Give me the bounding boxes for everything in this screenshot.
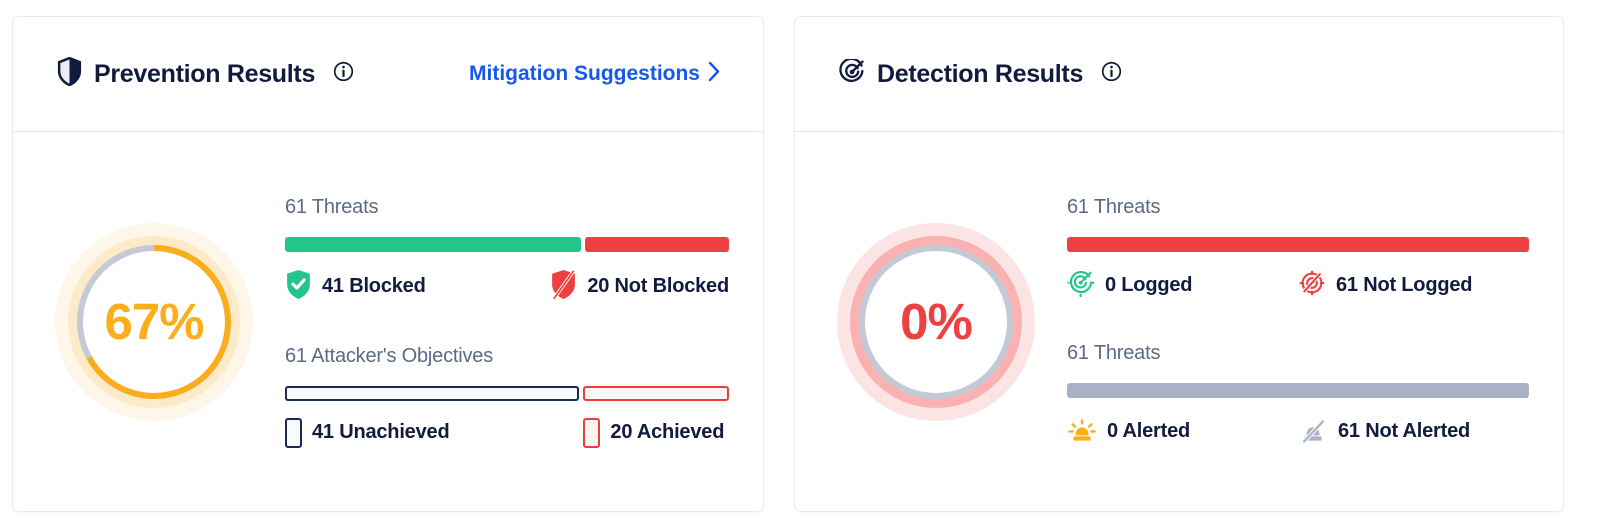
legend-label-achieved: 20 Achieved bbox=[610, 421, 725, 443]
page-title: Detection Results bbox=[877, 59, 1084, 88]
legend-item-alerted[interactable]: 0 Alerted bbox=[1067, 415, 1298, 448]
siren-slash-icon bbox=[1298, 415, 1328, 448]
box-outline-navy-icon bbox=[285, 417, 302, 448]
prevention-threats-metric: 61 Threats 41 Blocked 20 Not Blocked bbox=[285, 196, 729, 305]
prevention-objectives-title: 61 Attacker's Objectives bbox=[285, 344, 494, 367]
detection-card-header: Detection Results bbox=[795, 17, 1563, 132]
shield-check-icon bbox=[285, 269, 312, 305]
prevention-card-body: 67% 61 Threats 41 Blocked 20 Not Blocked… bbox=[13, 132, 763, 511]
siren-icon bbox=[1067, 415, 1097, 448]
legend-label-not-logged: 61 Not Logged bbox=[1336, 273, 1473, 296]
detection-gauge-wrap: 0% bbox=[817, 219, 1055, 425]
legend-label-blocked: 41 Blocked bbox=[322, 275, 426, 297]
mitigation-suggestions-link[interactable]: Mitigation Suggestions bbox=[469, 61, 721, 88]
legend-label-not-blocked: 20 Not Blocked bbox=[587, 275, 729, 297]
legend-item-blocked[interactable]: 41 Blocked bbox=[285, 269, 550, 305]
detection-alerted-metric: 61 Threats 0 Alerted 61 Not Alerted bbox=[1067, 342, 1529, 448]
prevention-card-header: Prevention Results Mitigation Suggestion… bbox=[13, 17, 763, 132]
target-icon bbox=[839, 57, 865, 90]
prevention-gauge-wrap: 67% bbox=[35, 219, 273, 425]
detection-results-card: Detection Results 0% 61 Threats 0 Logged… bbox=[794, 16, 1564, 512]
prevention-metrics: 61 Threats 41 Blocked 20 Not Blocked 61 … bbox=[273, 196, 729, 448]
detection-alerted-title: 61 Threats bbox=[1067, 341, 1161, 364]
chevron-right-icon bbox=[708, 61, 721, 88]
legend-label-alerted: 0 Alerted bbox=[1107, 419, 1191, 442]
shield-icon bbox=[57, 56, 82, 91]
bar-segment-unachieved bbox=[285, 385, 580, 401]
legend-item-achieved[interactable]: 20 Achieved bbox=[583, 417, 729, 448]
shield-slash-icon bbox=[550, 269, 577, 305]
bar-segment-not-logged bbox=[1067, 236, 1529, 252]
legend-item-not-alerted[interactable]: 61 Not Alerted bbox=[1298, 415, 1529, 448]
bar-segment-not-alerted bbox=[1067, 382, 1529, 398]
detection-logged-title: 61 Threats bbox=[1067, 195, 1161, 218]
legend-item-not-blocked[interactable]: 20 Not Blocked bbox=[550, 269, 729, 305]
prevention-objectives-bar bbox=[285, 385, 729, 401]
prevention-gauge-value: 67% bbox=[104, 293, 204, 350]
legend-item-logged[interactable]: 0 Logged bbox=[1067, 269, 1298, 302]
prevention-title-group: Prevention Results bbox=[57, 56, 354, 91]
detection-metrics: 61 Threats 0 Logged 61 Not Logged 61 Thr… bbox=[1055, 196, 1529, 448]
legend-label-unachieved: 41 Unachieved bbox=[312, 421, 450, 443]
bar-segment-achieved bbox=[583, 385, 729, 401]
box-outline-red-icon bbox=[583, 417, 601, 448]
prevention-threats-title: 61 Threats bbox=[285, 195, 379, 218]
prevention-gauge: 67% bbox=[51, 219, 257, 425]
page-title: Prevention Results bbox=[94, 59, 316, 88]
target-slash-icon bbox=[1298, 269, 1326, 302]
detection-logged-metric: 61 Threats 0 Logged 61 Not Logged bbox=[1067, 196, 1529, 302]
info-icon[interactable] bbox=[1101, 61, 1122, 87]
detection-gauge: 0% bbox=[833, 219, 1039, 425]
legend-item-not-logged[interactable]: 61 Not Logged bbox=[1298, 269, 1529, 302]
legend-label-not-alerted: 61 Not Alerted bbox=[1338, 419, 1471, 442]
prevention-threats-bar bbox=[285, 236, 729, 252]
target-check-icon bbox=[1067, 269, 1095, 302]
detection-gauge-value: 0% bbox=[900, 293, 973, 350]
legend-item-unachieved[interactable]: 41 Unachieved bbox=[285, 417, 583, 448]
detection-logged-bar bbox=[1067, 236, 1529, 252]
detection-logged-legend: 0 Logged 61 Not Logged bbox=[1067, 269, 1529, 302]
mitigation-suggestions-label: Mitigation Suggestions bbox=[469, 62, 700, 85]
prevention-results-card: Prevention Results Mitigation Suggestion… bbox=[12, 16, 764, 512]
detection-card-body: 0% 61 Threats 0 Logged 61 Not Logged 61 … bbox=[795, 132, 1563, 511]
results-dashboard: Prevention Results Mitigation Suggestion… bbox=[0, 0, 1600, 528]
detection-title-group: Detection Results bbox=[839, 57, 1122, 90]
info-icon[interactable] bbox=[333, 61, 354, 87]
detection-alerted-bar bbox=[1067, 382, 1529, 398]
detection-alerted-legend: 0 Alerted 61 Not Alerted bbox=[1067, 415, 1529, 448]
bar-segment-not-blocked bbox=[584, 236, 729, 252]
legend-label-logged: 0 Logged bbox=[1105, 273, 1193, 296]
bar-segment-blocked bbox=[285, 236, 581, 252]
prevention-threats-legend: 41 Blocked 20 Not Blocked bbox=[285, 269, 729, 305]
prevention-objectives-legend: 41 Unachieved 20 Achieved bbox=[285, 417, 729, 448]
prevention-objectives-metric: 61 Attacker's Objectives 41 Unachieved 2… bbox=[285, 345, 729, 448]
